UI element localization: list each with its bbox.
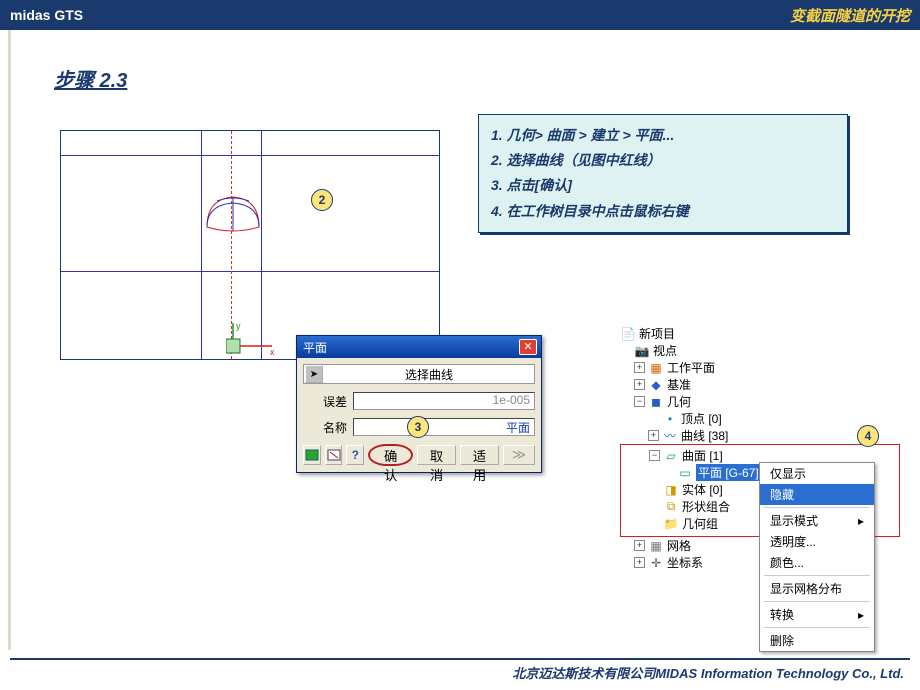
pick-arrow-icon[interactable]: ➤ [305,365,323,383]
select-curve-label: 选择曲线 [324,366,534,383]
ctx-display-mode[interactable]: 显示模式▸ [760,510,874,531]
submenu-arrow-icon: ▸ [858,514,864,528]
menu-separator [764,601,870,602]
axis-gizmo: x y [226,321,276,359]
callout-3: 3 [407,416,429,438]
folder-icon: 📁 [663,517,679,531]
compound-icon: ⧉ [663,499,679,514]
tree-geometry[interactable]: −◼几何 [634,393,900,410]
tunnel-section [203,191,263,237]
surface-icon: ▱ [663,449,679,463]
footer-divider [10,658,910,660]
instruction-1: 1. 几何> 曲面 > 建立 > 平面... [491,123,835,148]
ctx-delete[interactable]: 删除 [760,630,874,651]
name-field[interactable]: 平面 [353,418,535,436]
instruction-4: 4. 在工作树目录中点击鼠标右键 [491,199,835,224]
tree-view[interactable]: 📷视点 [634,342,900,359]
apply-button[interactable]: 适用 [460,445,499,465]
app-title: midas GTS [10,7,83,23]
cancel-button[interactable]: 取消 [417,445,456,465]
curve-icon: 〰 [662,427,678,444]
grid-icon: ▦ [648,361,664,375]
instruction-2: 2. 选择曲线（见图中红线） [491,148,835,173]
camera-icon: 📷 [634,344,650,358]
plane-dialog: 平面 ✕ ➤ 选择曲线 误差 1e-005 名称 平面 3 ? 确认 取消 适用… [296,335,542,473]
tree-root[interactable]: 📄新项目 [620,325,900,342]
menu-separator [764,575,870,576]
axis-icon: ✛ [648,556,664,570]
collapse-icon[interactable]: − [649,450,660,461]
tree-workplane[interactable]: +▦工作平面 [634,359,900,376]
next-button[interactable]: ≫ [503,445,535,465]
footer-text: 北京迈达斯技术有限公司MIDAS Information Technology … [512,663,904,682]
datum-icon: ◆ [648,378,664,392]
svg-text:x: x [270,347,275,357]
expand-icon[interactable]: + [634,379,645,390]
ctx-show-mesh[interactable]: 显示网格分布 [760,578,874,599]
plane-icon: ▭ [677,466,693,480]
doc-title: 变截面隧道的开挖 [790,5,910,26]
select-curve-bar[interactable]: ➤ 选择曲线 [303,364,535,384]
tolerance-field[interactable]: 1e-005 [353,392,535,410]
tool-icon-1[interactable] [303,445,321,465]
tolerance-label: 误差 [303,393,347,410]
surface-group-highlight: 4 −▱曲面 [1] ▭平面 [G-67] ◨实体 [0] ⧉形状组合 📁几何组… [620,444,900,537]
menu-separator [764,507,870,508]
side-stripe [8,30,11,650]
ctx-color[interactable]: 颜色... [760,552,874,573]
grid-line [61,271,439,272]
step-title: 步骤 2.3 [54,64,127,93]
tree-datum[interactable]: +◆基准 [634,376,900,393]
expand-icon[interactable]: + [634,540,645,551]
ok-button[interactable]: 确认 [368,444,413,466]
context-menu: 仅显示 隐藏 显示模式▸ 透明度... 颜色... 显示网格分布 转换▸ 删除 [759,462,875,652]
ctx-transform[interactable]: 转换▸ [760,604,874,625]
help-icon[interactable]: ? [346,445,364,465]
collapse-icon[interactable]: − [634,396,645,407]
dialog-title: 平面 [303,339,327,356]
menu-separator [764,627,870,628]
tool-icon-2[interactable] [325,445,343,465]
instruction-3: 3. 点击[确认] [491,173,835,198]
grid-line [61,155,439,156]
expand-icon[interactable]: + [634,362,645,373]
svg-text:y: y [236,321,241,331]
callout-4: 4 [857,425,879,447]
mesh-icon: ▦ [648,539,664,553]
vertex-icon: • [662,412,678,426]
dialog-titlebar[interactable]: 平面 ✕ [297,336,541,358]
tree-vertex[interactable]: •顶点 [0] [648,410,900,427]
model-viewport[interactable]: x y 2 [60,130,440,360]
name-label: 名称 [303,419,347,436]
project-tree[interactable]: 📄新项目 📷视点 +▦工作平面 +◆基准 −◼几何 •顶点 [0] +〰曲线 [… [620,325,900,571]
document-icon: 📄 [620,327,636,341]
solid-icon: ◨ [663,483,679,497]
expand-icon[interactable]: + [648,430,659,441]
callout-2: 2 [311,189,333,211]
instruction-box: 1. 几何> 曲面 > 建立 > 平面... 2. 选择曲线（见图中红线） 3.… [478,114,848,233]
close-icon[interactable]: ✕ [519,339,537,355]
expand-icon[interactable]: + [634,557,645,568]
submenu-arrow-icon: ▸ [858,608,864,622]
ctx-transparency[interactable]: 透明度... [760,531,874,552]
ctx-show-only[interactable]: 仅显示 [760,463,874,484]
header-bar: midas GTS 变截面隧道的开挖 [0,0,920,30]
geometry-icon: ◼ [648,395,664,409]
ctx-hide[interactable]: 隐藏 [760,484,874,505]
grid-line [201,131,202,359]
